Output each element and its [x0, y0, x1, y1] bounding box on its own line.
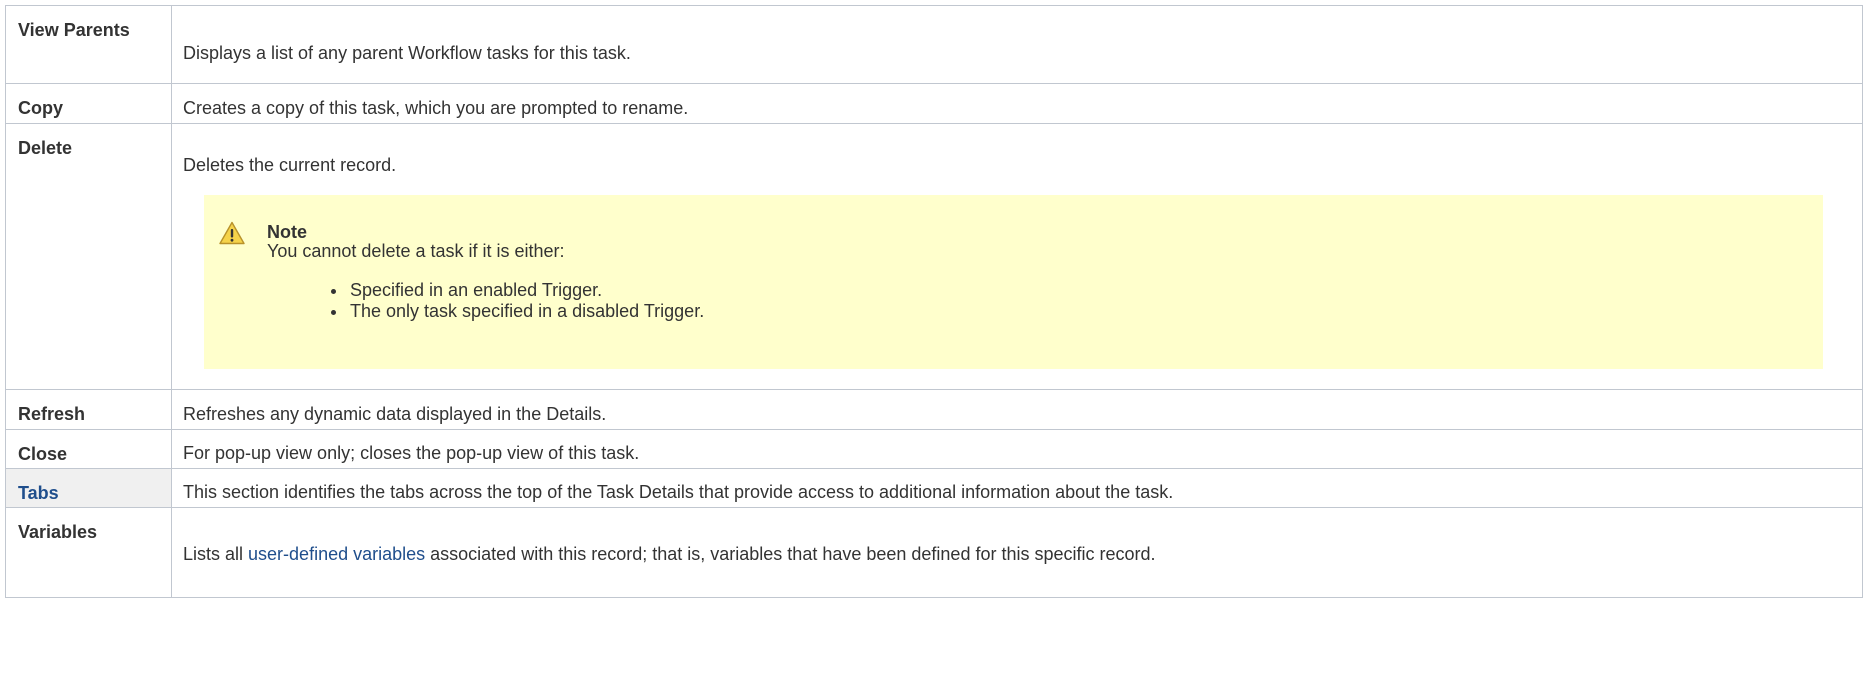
view-parents-label: View Parents: [18, 20, 130, 40]
row-cell: Lists all user-defined variables associa…: [171, 507, 1863, 598]
table-row: View Parents Displays a list of any pare…: [5, 5, 1863, 84]
variables-description-end: associated with this record; that is, va…: [425, 544, 1156, 564]
table-row: Close For pop-up view only; closes the p…: [5, 429, 1863, 469]
table-row: Refresh Refreshes any dynamic data displ…: [5, 389, 1863, 430]
row-header: Variables: [5, 507, 172, 598]
row-header: Refresh: [5, 389, 172, 430]
table-row: Delete Deletes the current record. Note: [5, 123, 1863, 390]
section-header: Tabs: [5, 468, 172, 508]
row-cell: Deletes the current record. Note You can…: [171, 123, 1863, 390]
table-row: Tabs This section identifies the tabs ac…: [5, 468, 1863, 508]
delete-description: Deletes the current record.: [183, 155, 397, 175]
variables-label: Variables: [18, 522, 98, 542]
row-header: Delete: [5, 123, 172, 390]
copy-label: Copy: [18, 98, 63, 118]
row-cell: Displays a list of any parent Workflow t…: [171, 5, 1863, 84]
user-defined-variables-link[interactable]: user-defined variables: [248, 544, 425, 564]
list-item: The only task specified in a disabled Tr…: [348, 301, 704, 322]
note-panel: Note You cannot delete a task if it is e…: [204, 195, 1823, 369]
note-list: Specified in an enabled Trigger. The onl…: [328, 280, 704, 322]
close-label: Close: [18, 444, 68, 464]
task-actions-table: View Parents Displays a list of any pare…: [5, 5, 1863, 598]
row-header: Copy: [5, 83, 172, 124]
row-header: View Parents: [5, 5, 172, 84]
note-body: You cannot delete a task if it is either…: [267, 241, 565, 261]
variables-description: Lists all user-defined variables associa…: [172, 508, 1862, 565]
table-row: Variables Lists all user-defined variabl…: [5, 507, 1863, 598]
list-item: Specified in an enabled Trigger.: [348, 280, 704, 301]
tabs-description: This section identifies the tabs across …: [183, 482, 1174, 502]
delete-label: Delete: [18, 138, 73, 158]
row-cell: Creates a copy of this task, which you a…: [171, 83, 1863, 124]
refresh-description: Refreshes any dynamic data displayed in …: [183, 404, 607, 424]
table-row: Copy Creates a copy of this task, which …: [5, 83, 1863, 124]
copy-description: Creates a copy of this task, which you a…: [183, 98, 689, 118]
tabs-section-link[interactable]: Tabs: [6, 469, 171, 504]
refresh-label: Refresh: [18, 404, 86, 424]
close-description: For pop-up view only; closes the pop-up …: [183, 443, 640, 463]
warning-icon: [219, 221, 245, 245]
details-table-container: View Parents Displays a list of any pare…: [5, 5, 1863, 598]
row-cell: Refreshes any dynamic data displayed in …: [171, 389, 1863, 430]
row-cell: This section identifies the tabs across …: [171, 468, 1863, 508]
view-parents-description: Displays a list of any parent Workflow t…: [183, 43, 631, 63]
row-header: Close: [5, 429, 172, 469]
row-cell: For pop-up view only; closes the pop-up …: [171, 429, 1863, 469]
variables-description-start: Lists all: [183, 544, 249, 564]
